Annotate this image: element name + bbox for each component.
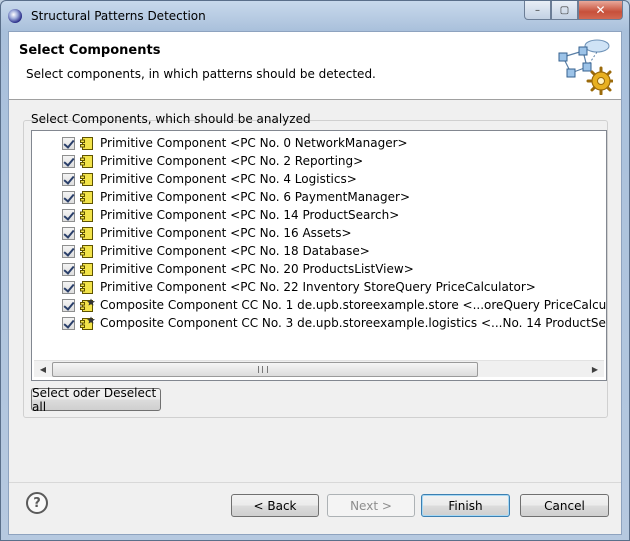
component-label: Composite Component CC No. 1 de.upb.stor… [100,298,607,312]
component-checkbox[interactable] [62,191,75,204]
component-checkbox[interactable] [62,317,75,330]
component-list-item[interactable]: Composite Component CC No. 1 de.upb.stor… [32,296,606,314]
component-checkbox[interactable] [62,299,75,312]
component-checkbox[interactable] [62,209,75,222]
horizontal-scrollbar[interactable]: ◀ ▶ [34,360,604,377]
maximize-button[interactable]: ▢ [551,1,578,20]
component-checkbox[interactable] [62,263,75,276]
cancel-button[interactable]: Cancel [520,494,609,517]
component-label: Primitive Component <PC No. 6 PaymentMan… [100,190,410,204]
component-label: Primitive Component <PC No. 0 NetworkMan… [100,136,408,150]
component-label: Primitive Component <PC No. 20 ProductsL… [100,262,414,276]
close-button[interactable]: ✕ [578,1,623,20]
composite-component-icon [80,298,95,313]
minimize-button[interactable]: – [524,1,551,20]
component-list-item[interactable]: Primitive Component <PC No. 14 ProductSe… [32,206,606,224]
title-bar[interactable]: Structural Patterns Detection – ▢ ✕ [1,1,629,31]
scroll-right-arrow-icon[interactable]: ▶ [587,362,603,377]
eclipse-app-icon [8,9,22,23]
primitive-component-icon [80,244,94,259]
footer-separator [9,482,621,483]
dialog-window: Structural Patterns Detection – ▢ ✕ Sele… [0,0,630,541]
component-checkbox[interactable] [62,137,75,150]
primitive-component-icon [80,208,94,223]
primitive-component-icon [80,262,94,277]
scrollbar-thumb[interactable] [52,362,478,377]
primitive-component-icon [80,154,94,169]
component-list-item[interactable]: Primitive Component <PC No. 0 NetworkMan… [32,134,606,152]
component-label: Primitive Component <PC No. 18 Database> [100,244,370,258]
primitive-component-icon [80,190,94,205]
component-label: Primitive Component <PC No. 22 Inventory… [100,280,536,294]
select-deselect-all-button[interactable]: Select oder Deselect all [31,386,161,414]
primitive-component-icon [80,172,94,187]
component-list-item[interactable]: Primitive Component <PC No. 18 Database> [32,242,606,260]
primitive-component-icon [80,280,94,295]
finish-button[interactable]: Finish [421,494,510,517]
primitive-component-icon [80,136,94,151]
component-checkbox[interactable] [62,245,75,258]
component-label: Primitive Component <PC No. 14 ProductSe… [100,208,400,222]
help-icon[interactable]: ? [26,492,48,514]
component-checkbox[interactable] [62,281,75,294]
component-list-item[interactable]: Primitive Component <PC No. 2 Reporting> [32,152,606,170]
back-button[interactable]: < Back [231,494,319,517]
primitive-component-icon [80,226,94,241]
scrollbar-grip-icon [258,366,268,373]
components-group-label: Select Components, which should be analy… [31,112,311,126]
caption-buttons: – ▢ ✕ [524,1,623,21]
component-checkbox[interactable] [62,155,75,168]
component-label: Primitive Component <PC No. 16 Assets> [100,226,352,240]
component-label: Primitive Component <PC No. 4 Logistics> [100,172,357,186]
component-list-item[interactable]: Primitive Component <PC No. 20 ProductsL… [32,260,606,278]
next-button[interactable]: Next > [327,494,415,517]
pattern-detection-graphic-icon [558,39,613,95]
component-list-item[interactable]: Primitive Component <PC No. 22 Inventory… [32,278,606,296]
components-list[interactable]: Primitive Component <PC No. 0 NetworkMan… [31,130,607,381]
components-list-rows: Primitive Component <PC No. 0 NetworkMan… [32,134,606,332]
component-checkbox[interactable] [62,173,75,186]
component-list-item[interactable]: Primitive Component <PC No. 6 PaymentMan… [32,188,606,206]
component-label: Composite Component CC No. 3 de.upb.stor… [100,316,606,330]
component-checkbox[interactable] [62,227,75,240]
scroll-left-arrow-icon[interactable]: ◀ [35,362,51,377]
composite-component-icon [80,316,95,331]
component-list-item[interactable]: Primitive Component <PC No. 4 Logistics> [32,170,606,188]
window-title: Structural Patterns Detection [31,9,206,23]
page-title: Select Components [19,43,161,58]
component-list-item[interactable]: Composite Component CC No. 3 de.upb.stor… [32,314,606,332]
component-label: Primitive Component <PC No. 2 Reporting> [100,154,364,168]
dialog-body: Select Components Select components, in … [8,31,622,535]
wizard-header: Select Components Select components, in … [9,32,621,100]
component-list-item[interactable]: Primitive Component <PC No. 16 Assets> [32,224,606,242]
page-description: Select components, in which patterns sho… [26,67,376,81]
